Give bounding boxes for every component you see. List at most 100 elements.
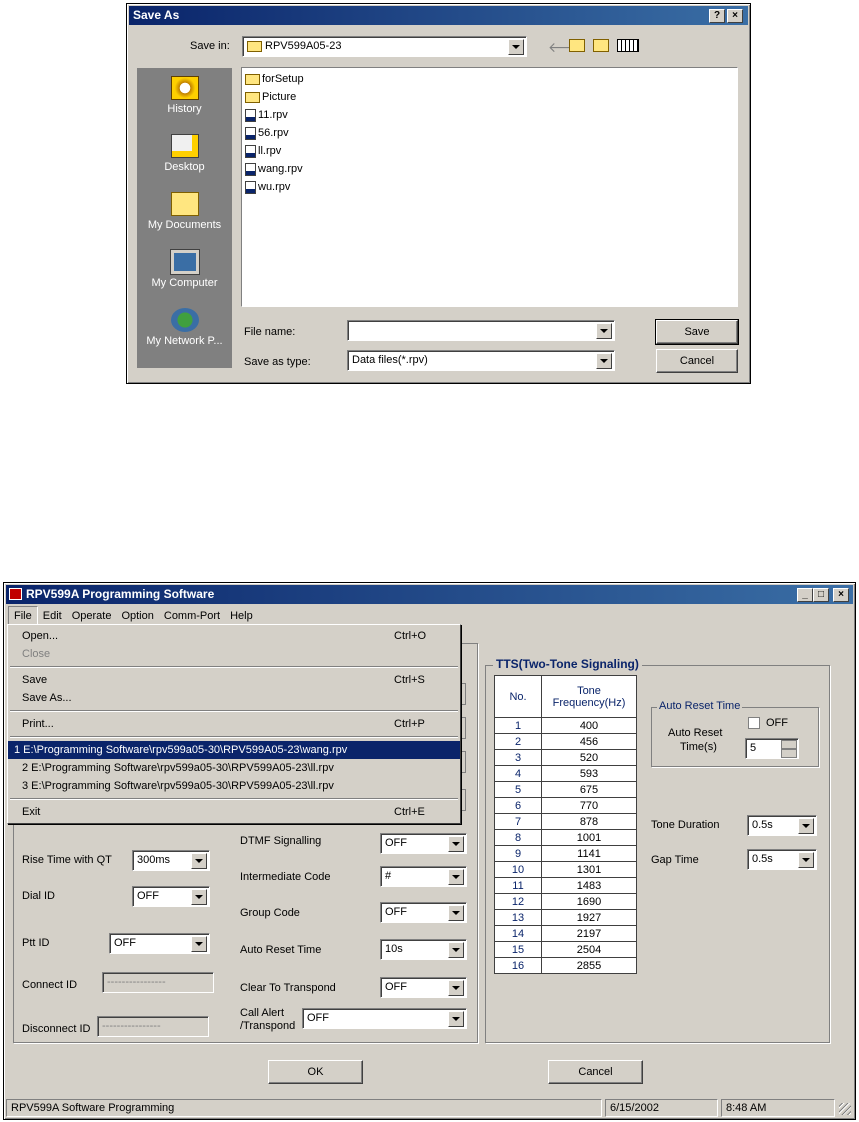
file-menu-item[interactable]: Save As... [8, 689, 460, 707]
file-list-item[interactable]: Picture [245, 88, 734, 106]
places-my-computer[interactable]: My Computer [137, 249, 232, 289]
auto-reset-spinner[interactable]: 5 [745, 738, 799, 759]
intermediate-code-select[interactable]: # [380, 866, 467, 887]
menu-file[interactable]: File [8, 606, 38, 626]
my-documents-icon [170, 192, 199, 216]
tts-frequency[interactable]: 2504 [541, 941, 637, 958]
tts-frequency[interactable]: 1690 [541, 893, 637, 910]
places-desktop[interactable]: Desktop [137, 134, 232, 173]
cancel-button[interactable]: Cancel [656, 349, 738, 373]
up-folder-icon[interactable] [569, 39, 585, 52]
file-list-item[interactable]: ll.rpv [245, 142, 734, 160]
chevron-down-icon[interactable] [448, 942, 464, 958]
chevron-down-icon[interactable] [596, 323, 612, 339]
dial-id-select[interactable]: OFF [132, 886, 210, 907]
chevron-down-icon[interactable] [448, 1011, 464, 1027]
cancel-button[interactable]: Cancel [548, 1060, 643, 1084]
menu-comm-port[interactable]: Comm-Port [159, 607, 225, 625]
tts-frequency[interactable]: 520 [541, 749, 637, 766]
off-checkbox[interactable] [748, 717, 760, 729]
file-list-item[interactable]: wang.rpv [245, 160, 734, 178]
dtmf-select[interactable]: OFF [380, 833, 467, 854]
chevron-down-icon[interactable] [191, 889, 207, 905]
chevron-down-icon[interactable] [448, 980, 464, 996]
maximize-button[interactable]: □ [813, 588, 829, 602]
chevron-down-icon[interactable] [191, 853, 207, 869]
spinner-up-icon[interactable] [781, 740, 797, 749]
file-menu-item[interactable]: Save Ctrl+S [8, 671, 460, 689]
rise-time-select[interactable]: 300ms [132, 850, 210, 871]
save-as-type-select[interactable]: Data files(*.rpv) [347, 350, 615, 371]
places-my-network[interactable]: My Network P... [137, 308, 232, 347]
tts-frequency[interactable]: 1141 [541, 845, 637, 862]
menu-edit[interactable]: Edit [38, 607, 67, 625]
tts-frequency[interactable]: 675 [541, 781, 637, 798]
chevron-down-icon[interactable] [448, 836, 464, 852]
ok-button[interactable]: OK [268, 1060, 363, 1084]
gap-time-select[interactable]: 0.5s [747, 849, 817, 870]
menu-help[interactable]: Help [225, 607, 258, 625]
chevron-down-icon[interactable] [508, 39, 524, 55]
tts-frequency[interactable]: 593 [541, 765, 637, 782]
tts-row: 6 770 [494, 797, 637, 814]
call-alert-select[interactable]: OFF [302, 1008, 467, 1029]
resize-grip-icon[interactable] [839, 1103, 851, 1115]
tts-frequency[interactable]: 2197 [541, 925, 637, 942]
tts-frequency[interactable]: 2855 [541, 957, 637, 974]
chevron-down-icon[interactable] [448, 905, 464, 921]
places-my-documents[interactable]: My Documents [137, 192, 232, 231]
file-list-item[interactable]: 11.rpv [245, 106, 734, 124]
new-folder-icon[interactable] [593, 39, 609, 52]
file-menu-item[interactable]: 2 E:\Programming Software\rpv599a05-30\R… [8, 759, 460, 777]
tts-table: No. Tone Frequency(Hz) 1 400 2 456 3 520 4 593 5 6… [494, 675, 637, 974]
close-button[interactable]: × [833, 588, 849, 602]
file-menu-item[interactable]: Close [8, 645, 460, 663]
tts-frequency[interactable]: 1001 [541, 829, 637, 846]
menu-operate[interactable]: Operate [67, 607, 117, 625]
tts-frequency[interactable]: 1927 [541, 909, 637, 926]
save-as-type-label: Save as type: [244, 356, 311, 368]
file-list-item[interactable]: forSetup [245, 70, 734, 88]
minimize-button[interactable]: _ [797, 588, 813, 602]
file-menu-item[interactable]: Open... Ctrl+O [8, 627, 460, 645]
auto-reset-spinner-value: 5 [750, 742, 757, 754]
file-list[interactable]: forSetup Picture 11.rpv 56.rpv ll.rpv wang.rp… [241, 67, 738, 307]
ptt-id-select[interactable]: OFF [109, 933, 210, 954]
tts-row: 8 1001 [494, 829, 637, 846]
call-alert-value: OFF [307, 1012, 329, 1024]
file-menu-item[interactable]: 3 E:\Programming Software\rpv599a05-30\R… [8, 777, 460, 795]
menu-option[interactable]: Option [116, 607, 158, 625]
auto-reset-time-select[interactable]: 10s [380, 939, 467, 960]
file-list-item[interactable]: wu.rpv [245, 178, 734, 196]
save-button[interactable]: Save [655, 319, 739, 345]
tone-duration-label: Tone Duration [651, 819, 720, 831]
file-menu-item[interactable]: 1 E:\Programming Software\rpv599a05-30\R… [8, 741, 460, 759]
spinner-down-icon[interactable] [781, 749, 797, 758]
tts-frequency[interactable]: 770 [541, 797, 637, 814]
chevron-down-icon[interactable] [448, 869, 464, 885]
tts-frequency[interactable]: 1301 [541, 861, 637, 878]
file-name-input[interactable] [347, 320, 615, 341]
close-button[interactable]: × [727, 9, 743, 23]
file-menu-item[interactable]: Print... Ctrl+P [8, 715, 460, 733]
file-list-item[interactable]: 56.rpv [245, 124, 734, 142]
chevron-down-icon[interactable] [596, 353, 612, 369]
file-menu-item[interactable]: Exit Ctrl+E [8, 803, 460, 821]
disconnect-id-field[interactable]: ---------------- [97, 1016, 209, 1037]
file-name: Picture [262, 91, 297, 103]
clear-to-transpond-select[interactable]: OFF [380, 977, 467, 998]
save-in-combo[interactable]: RPV599A05-23 [242, 36, 527, 57]
group-code-select[interactable]: OFF [380, 902, 467, 923]
chevron-down-icon[interactable] [191, 936, 207, 952]
tts-frequency[interactable]: 400 [541, 717, 637, 734]
tone-duration-select[interactable]: 0.5s [747, 815, 817, 836]
tts-frequency[interactable]: 456 [541, 733, 637, 750]
chevron-down-icon[interactable] [798, 852, 814, 868]
view-menu-icon[interactable] [617, 39, 639, 52]
help-button[interactable]: ? [709, 9, 725, 23]
tts-frequency[interactable]: 878 [541, 813, 637, 830]
tts-frequency[interactable]: 1483 [541, 877, 637, 894]
connect-id-field[interactable]: ---------------- [102, 972, 214, 993]
places-history[interactable]: History [137, 76, 232, 115]
chevron-down-icon[interactable] [798, 818, 814, 834]
